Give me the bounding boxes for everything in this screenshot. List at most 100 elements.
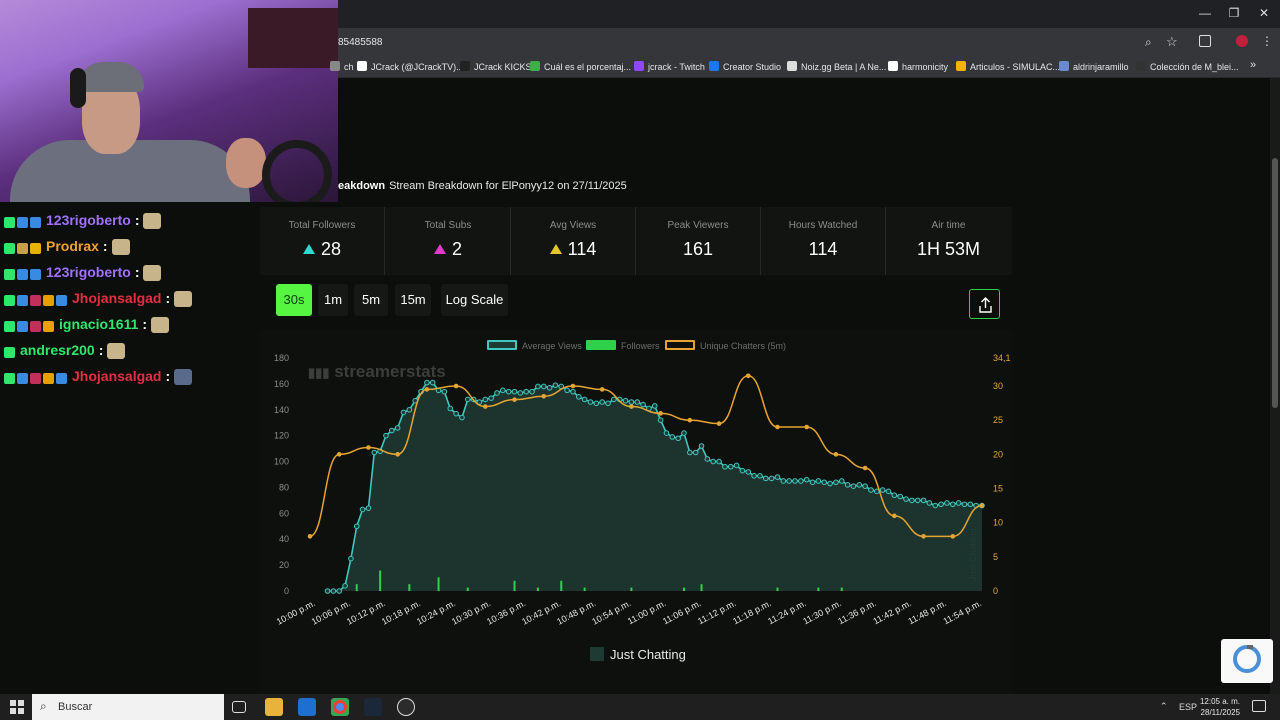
tray-chevron-icon[interactable]: ⌃	[1160, 701, 1168, 712]
average-views-point[interactable]	[733, 462, 740, 469]
average-views-point[interactable]	[336, 588, 343, 594]
followers-bar[interactable]	[776, 587, 779, 591]
interval-button-15m[interactable]: 15m	[395, 284, 431, 316]
average-views-point[interactable]	[903, 496, 909, 502]
average-views-point[interactable]	[838, 478, 845, 484]
scrollbar-thumb[interactable]	[1272, 158, 1278, 408]
average-views-point[interactable]	[488, 395, 494, 401]
unique-chatters-point[interactable]	[629, 404, 634, 409]
followers-bar[interactable]	[513, 580, 516, 591]
followers-bar[interactable]	[700, 584, 703, 591]
average-views-point[interactable]	[856, 482, 863, 488]
unique-chatters-point[interactable]	[892, 513, 897, 519]
average-views-point[interactable]	[675, 435, 681, 442]
average-views-point[interactable]	[459, 414, 465, 421]
average-views-point[interactable]	[891, 492, 898, 499]
unique-chatters-point[interactable]	[512, 397, 517, 402]
average-views-point[interactable]	[400, 409, 407, 416]
average-views-point[interactable]	[529, 388, 535, 395]
bookmark-1[interactable]: JCrack (@JCrackTV)...	[357, 60, 464, 74]
average-views-point[interactable]	[967, 501, 974, 508]
average-views-point[interactable]	[564, 387, 570, 394]
windows-start-icon[interactable]	[10, 700, 24, 714]
followers-bar[interactable]	[437, 577, 440, 591]
average-views-point[interactable]	[914, 497, 921, 504]
average-views-point[interactable]	[687, 449, 693, 456]
unique-chatters-point[interactable]	[453, 383, 459, 389]
unique-chatters-point[interactable]	[950, 534, 956, 539]
average-views-point[interactable]	[523, 388, 530, 395]
average-views-point[interactable]	[798, 478, 804, 484]
average-views-point[interactable]	[827, 480, 833, 487]
average-views-point[interactable]	[926, 500, 933, 506]
unique-chatters-point[interactable]	[483, 404, 488, 409]
chat-username[interactable]: ignacio1611	[59, 316, 138, 332]
bookmark-3[interactable]: Cuál es el porcentaj...	[530, 60, 631, 74]
bookmark-7[interactable]: harmonicity	[888, 60, 948, 74]
unique-chatters-point[interactable]	[687, 417, 693, 423]
average-views-point[interactable]	[850, 483, 857, 489]
average-views-point[interactable]	[663, 430, 670, 436]
bookmark-0[interactable]: ch	[330, 60, 354, 74]
share-button[interactable]	[969, 289, 1000, 319]
average-views-point[interactable]	[774, 474, 781, 480]
average-views-point[interactable]	[833, 479, 839, 486]
language-indicator[interactable]: ESP	[1179, 702, 1197, 712]
chat-username[interactable]: andresr200	[20, 342, 95, 358]
average-views-point[interactable]	[634, 399, 641, 405]
average-views-point[interactable]	[885, 488, 892, 495]
average-views-point[interactable]	[716, 458, 722, 465]
average-views-point[interactable]	[745, 469, 752, 475]
average-views-point[interactable]	[552, 382, 559, 388]
average-views-point[interactable]	[681, 430, 687, 436]
bookmark-2[interactable]: JCrack KICKS	[460, 60, 532, 74]
average-views-point[interactable]	[751, 472, 757, 479]
average-views-point[interactable]	[920, 497, 927, 504]
average-views-point[interactable]	[517, 390, 524, 396]
average-views-point[interactable]	[605, 400, 611, 407]
average-views-point[interactable]	[424, 379, 430, 386]
unique-chatters-point[interactable]	[745, 373, 751, 379]
unique-chatters-point[interactable]	[424, 387, 430, 392]
unique-chatters-point[interactable]	[307, 534, 313, 539]
average-views-point[interactable]	[576, 394, 582, 400]
file-explorer-icon[interactable]	[265, 698, 283, 716]
average-views-point[interactable]	[406, 406, 413, 413]
bookmark-8[interactable]: Articulos - SIMULAC...	[956, 60, 1060, 74]
average-views-point[interactable]	[464, 396, 471, 403]
average-views-point[interactable]	[441, 388, 448, 395]
average-views-point[interactable]	[949, 501, 956, 508]
average-views-point[interactable]	[389, 427, 395, 434]
bookmark-4[interactable]: jcrack - Twitch	[634, 60, 705, 74]
average-views-point[interactable]	[786, 478, 792, 484]
average-views-point[interactable]	[429, 379, 436, 386]
average-views-point[interactable]	[453, 410, 459, 417]
average-views-point[interactable]	[640, 401, 646, 408]
interval-button-log-scale[interactable]: Log Scale	[441, 284, 508, 316]
followers-bar[interactable]	[536, 587, 539, 591]
chat-username[interactable]: Jhojansalgad	[72, 368, 161, 384]
average-views-point[interactable]	[821, 479, 828, 486]
chat-username[interactable]: Jhojansalgad	[72, 290, 161, 306]
unique-chatters-point[interactable]	[716, 421, 722, 426]
profile-icon[interactable]	[1236, 35, 1248, 47]
unique-chatters-point[interactable]	[570, 383, 576, 389]
extensions-icon[interactable]	[1199, 35, 1211, 47]
average-views-point[interactable]	[844, 482, 851, 488]
average-views-point[interactable]	[500, 387, 506, 394]
average-views-point[interactable]	[815, 478, 822, 484]
chrome-icon[interactable]	[331, 698, 349, 716]
average-views-point[interactable]	[739, 467, 746, 474]
average-views-point[interactable]	[505, 388, 512, 395]
outlook-icon[interactable]	[298, 698, 316, 716]
average-views-point[interactable]	[762, 475, 769, 482]
average-views-point[interactable]	[324, 588, 331, 594]
average-views-point[interactable]	[628, 399, 635, 405]
average-views-point[interactable]	[757, 472, 763, 479]
average-views-point[interactable]	[768, 475, 775, 482]
average-views-point[interactable]	[879, 487, 886, 493]
average-views-point[interactable]	[394, 425, 401, 431]
average-views-point[interactable]	[511, 388, 518, 395]
followers-bar[interactable]	[682, 587, 685, 591]
average-views-point[interactable]	[809, 479, 816, 486]
